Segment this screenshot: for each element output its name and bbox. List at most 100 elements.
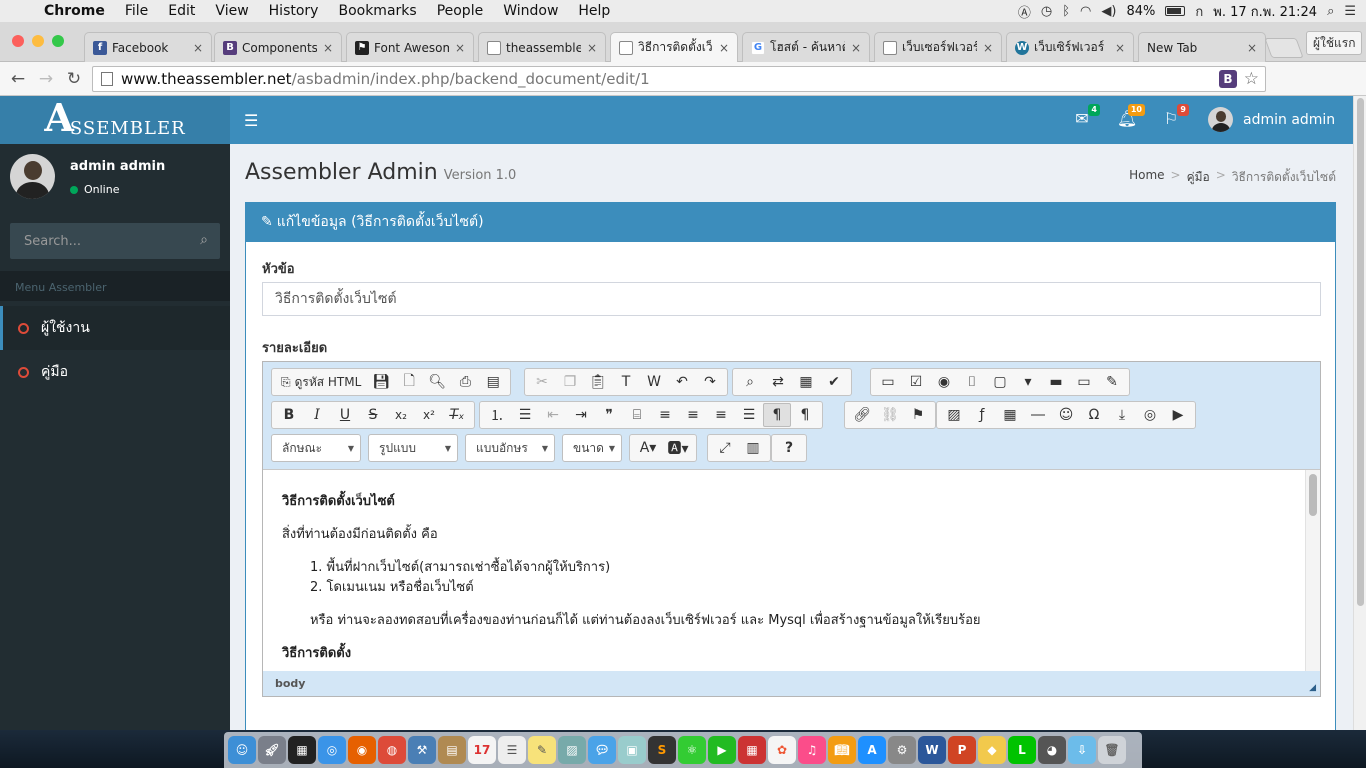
chrome-icon[interactable]: ◍ [378, 736, 406, 764]
facetime-icon[interactable]: ▶ [708, 736, 736, 764]
textarea-icon[interactable]: ▢ [986, 370, 1014, 394]
replace-icon[interactable]: ⇄ [764, 370, 792, 394]
profile-button[interactable]: ผู้ใช้แรก [1306, 31, 1363, 55]
preview-icon[interactable]: 🔍︎ [423, 370, 451, 394]
tab-google-search[interactable]: Gโฮสต์ - ค้นหาด้วย× [742, 32, 870, 62]
menu-people[interactable]: People [427, 3, 494, 19]
text-color-icon[interactable]: A▾ [633, 436, 663, 460]
numbered-list-icon[interactable]: ⒈ [483, 403, 511, 427]
editor-scrollbar-thumb[interactable] [1309, 474, 1317, 516]
sidebar-toggle-icon[interactable]: ☰ [244, 111, 258, 130]
menu-window[interactable]: Window [493, 3, 568, 19]
time-machine-icon[interactable]: ◷ [1041, 4, 1052, 19]
site-logo[interactable]: A SSEMBLER [0, 96, 230, 144]
itunes-icon[interactable]: ♫ [798, 736, 826, 764]
menu-edit[interactable]: Edit [158, 3, 205, 19]
subscript-icon[interactable]: x₂ [387, 403, 415, 427]
tab-font-awesome[interactable]: ⚑Font Awesome× [346, 32, 474, 62]
volume-icon[interactable]: ◀) [1101, 4, 1116, 19]
help-icon[interactable]: ? [775, 436, 803, 460]
table-icon[interactable]: ▦ [996, 403, 1024, 427]
app-store-icon[interactable]: A [858, 736, 886, 764]
github-icon[interactable]: ◕ [1038, 736, 1066, 764]
close-tab-icon[interactable]: × [1115, 41, 1125, 55]
superscript-icon[interactable]: x² [415, 403, 443, 427]
editor-content-area[interactable]: วิธีการติดตั้งเว็บไซต์ สิ่งที่ท่านต้องมี… [263, 469, 1320, 671]
outdent-icon[interactable]: ⇤ [539, 403, 567, 427]
bg-color-icon[interactable]: 🅰︎▾ [663, 436, 693, 460]
page-info-icon[interactable] [101, 72, 113, 86]
preview-app-icon[interactable]: ▨ [558, 736, 586, 764]
forward-icon[interactable]: → [32, 69, 60, 89]
checkbox-icon[interactable]: ☑ [902, 370, 930, 394]
iframe-globe-icon[interactable]: ◎ [1136, 403, 1164, 427]
reminders-icon[interactable]: ☰ [498, 736, 526, 764]
ltr-icon[interactable]: ¶ [763, 403, 791, 427]
find-icon[interactable]: ⌕ [736, 370, 764, 394]
close-tab-icon[interactable]: × [719, 41, 729, 55]
breadcrumb-home[interactable]: Home [1129, 168, 1164, 187]
title-input[interactable]: วิธีการติดตั้งเว็บไซต์ [262, 282, 1321, 316]
resize-grip-icon[interactable]: ◢ [1309, 683, 1316, 693]
wifi-icon[interactable]: ◠ [1080, 4, 1091, 19]
menu-app-name[interactable]: Chrome [40, 3, 115, 19]
element-path-body[interactable]: body [275, 677, 305, 690]
bulleted-list-icon[interactable]: ☰ [511, 403, 539, 427]
calendar-icon[interactable]: 17 [468, 736, 496, 764]
paste-word-icon[interactable]: W [640, 370, 668, 394]
messages-icon[interactable]: ✉ 4 [1070, 104, 1100, 133]
copy-icon[interactable]: ❐ [556, 370, 584, 394]
paste-text-icon[interactable]: T [612, 370, 640, 394]
bookmark-star-icon[interactable]: ☆ [1244, 69, 1259, 89]
minimize-window-button[interactable] [32, 35, 44, 47]
radio-icon[interactable]: ◉ [930, 370, 958, 394]
new-tab-button[interactable] [1264, 38, 1304, 58]
page-break-icon[interactable]: ⤓ [1108, 403, 1136, 427]
user-menu[interactable]: admin admin [1208, 107, 1335, 132]
redo-icon[interactable]: ↷ [696, 370, 724, 394]
size-combo[interactable]: ขนาด ▼ [562, 434, 622, 462]
back-icon[interactable]: ← [4, 69, 32, 89]
sidebar-search-input[interactable]: Search... ⌕ [10, 223, 220, 259]
mission-control-icon[interactable]: ▦ [288, 736, 316, 764]
trash-icon[interactable]: 🗑︎ [1098, 736, 1126, 764]
tab-facebook[interactable]: f Facebook × [84, 32, 212, 62]
special-char-icon[interactable]: Ω [1080, 403, 1108, 427]
close-tab-icon[interactable]: × [587, 41, 597, 55]
tab-webserver[interactable]: เว็บเซอร์ฟเวอร์ ที่× [874, 32, 1002, 62]
photo-booth-icon[interactable]: ▦ [738, 736, 766, 764]
close-tab-icon[interactable]: × [193, 41, 203, 55]
form-icon[interactable]: ▭ [874, 370, 902, 394]
close-tab-icon[interactable]: × [455, 41, 465, 55]
image-button-icon[interactable]: ▭ [1070, 370, 1098, 394]
bootstrap-extension-icon[interactable]: B [1219, 70, 1237, 88]
blockquote-icon[interactable]: ❞ [595, 403, 623, 427]
menubar-clock[interactable]: พ. 17 ก.พ. 21:24 [1213, 1, 1317, 22]
reload-icon[interactable]: ↻ [60, 69, 88, 89]
cut-icon[interactable]: ✂ [528, 370, 556, 394]
address-bar[interactable]: www.theassembler.net /asbadmin/index.php… [92, 66, 1266, 92]
contacts-icon[interactable]: ▤ [438, 736, 466, 764]
styles-combo[interactable]: ลักษณะ ▼ [271, 434, 361, 462]
spotlight-icon[interactable]: ⌕ [1327, 4, 1334, 19]
finder-icon[interactable]: ☺ [228, 736, 256, 764]
atom-icon[interactable]: ⚛ [678, 736, 706, 764]
link-icon[interactable]: 🔗︎ [848, 403, 876, 427]
menu-file[interactable]: File [115, 3, 158, 19]
menu-history[interactable]: History [259, 3, 329, 19]
close-tab-icon[interactable]: × [851, 41, 861, 55]
editor-scrollbar[interactable] [1305, 470, 1320, 671]
strike-icon[interactable]: S [359, 403, 387, 427]
tab-new-tab[interactable]: New Tab × [1138, 32, 1266, 62]
powerpoint-icon[interactable]: P [948, 736, 976, 764]
paste-icon[interactable]: 📋︎ [584, 370, 612, 394]
create-div-icon[interactable]: ⌸ [623, 403, 651, 427]
virtualbox-icon[interactable]: ▣ [618, 736, 646, 764]
close-tab-icon[interactable]: × [983, 41, 993, 55]
search-icon[interactable]: ⌕ [200, 232, 208, 248]
textfield-icon[interactable]: ⌷ [958, 370, 986, 394]
unlink-icon[interactable]: ⛓ [876, 403, 904, 427]
sidebar-item-manual[interactable]: คู่มือ [0, 350, 230, 394]
format-combo[interactable]: รูปแบบ ▼ [368, 434, 458, 462]
align-left-icon[interactable]: ≡ [651, 403, 679, 427]
